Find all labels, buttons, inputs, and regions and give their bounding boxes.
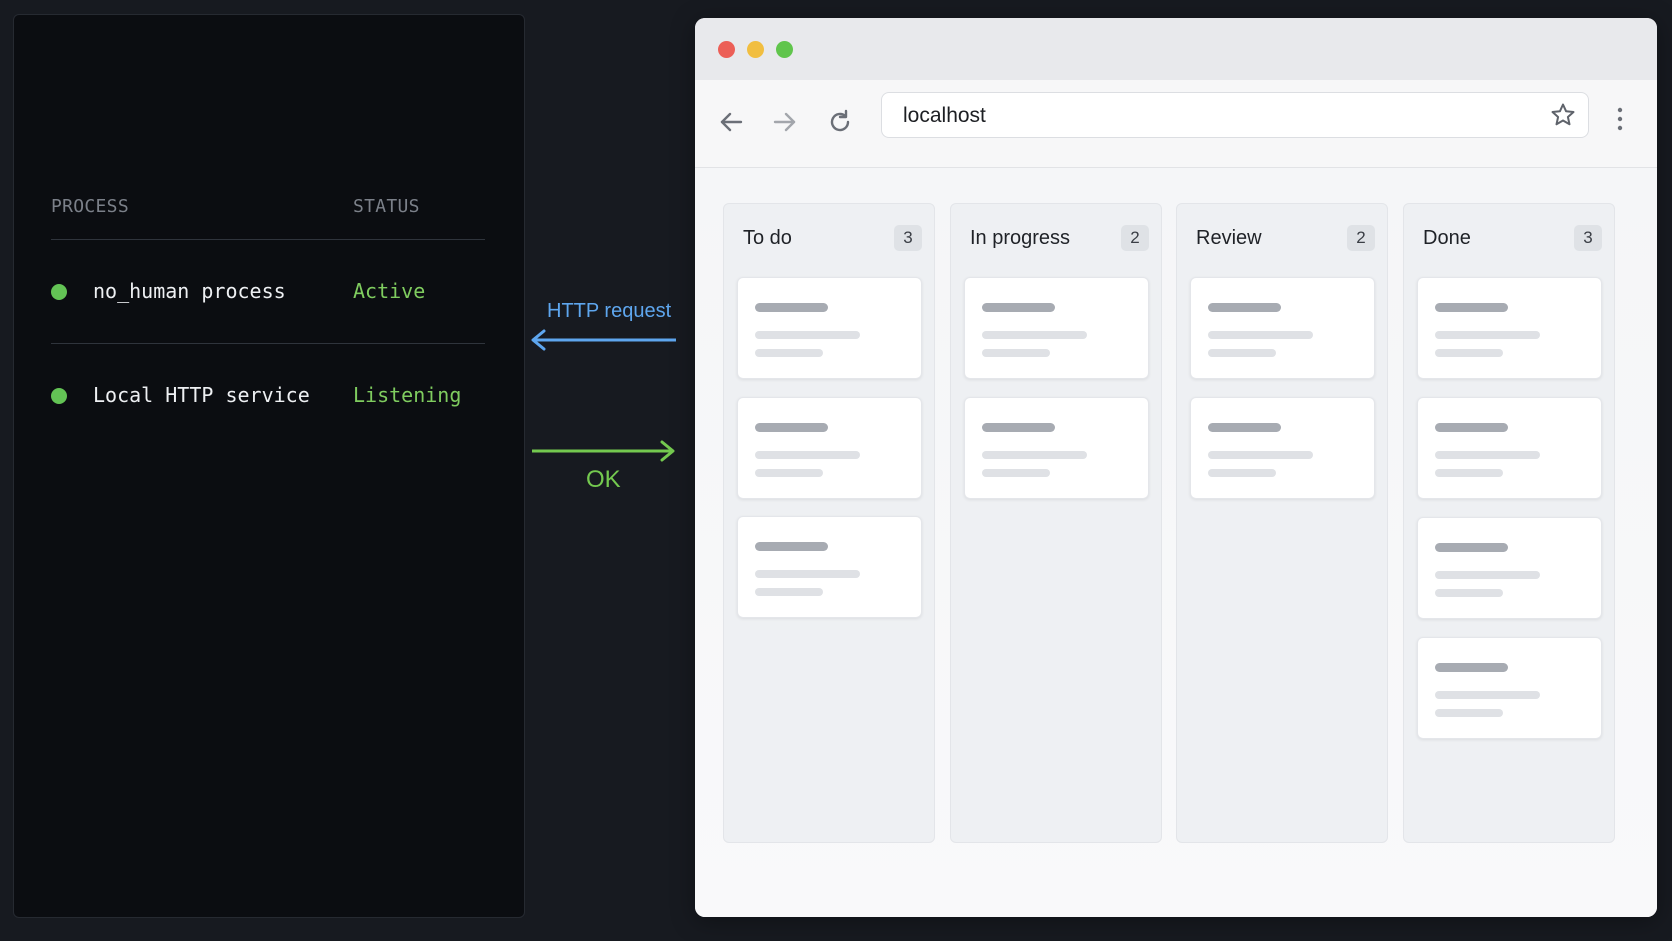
close-window-button[interactable]	[718, 41, 735, 58]
star-icon[interactable]	[1550, 102, 1576, 128]
browser-toolbar: localhost	[695, 80, 1657, 168]
column-count-badge: 2	[1347, 225, 1375, 251]
column-title: Done	[1423, 227, 1471, 249]
maximize-window-button[interactable]	[776, 41, 793, 58]
title-bar	[695, 18, 1657, 80]
process-column-header: PROCESS	[51, 196, 129, 217]
task-card[interactable]	[737, 277, 922, 379]
process-row: no_human process Active	[51, 240, 485, 344]
column-count-badge: 3	[894, 225, 922, 251]
url-text[interactable]: localhost	[903, 104, 986, 128]
process-row: Local HTTP service Listening	[51, 344, 485, 448]
back-arrow-icon[interactable]	[717, 108, 745, 136]
status-dot-icon	[51, 388, 67, 404]
task-card[interactable]	[964, 277, 1149, 379]
task-card[interactable]	[1190, 277, 1375, 379]
address-bar[interactable]: localhost	[881, 92, 1589, 138]
column-title: Review	[1196, 227, 1262, 249]
task-card[interactable]	[1417, 397, 1602, 499]
kanban-column-review: Review 2	[1176, 203, 1388, 843]
task-card[interactable]	[737, 397, 922, 499]
stage: PROCESS STATUS no_human process Active L…	[0, 0, 1672, 941]
process-name: no_human process	[93, 279, 286, 303]
kanban-board: To do 3 In progress 2 Review 2 Done 3	[695, 168, 1657, 917]
column-title: In progress	[970, 227, 1071, 249]
minimize-window-button[interactable]	[747, 41, 764, 58]
process-name: Local HTTP service	[93, 383, 310, 407]
kanban-column-in-progress: In progress 2	[950, 203, 1162, 843]
forward-arrow-icon[interactable]	[771, 108, 799, 136]
request-arrow-icon	[531, 329, 676, 351]
task-card[interactable]	[1417, 637, 1602, 739]
status-column-header: STATUS	[353, 196, 420, 217]
kanban-column-done: Done 3	[1403, 203, 1615, 843]
column-title: To do	[743, 227, 792, 249]
column-count-badge: 2	[1121, 225, 1149, 251]
process-status: Active	[353, 279, 426, 303]
browser-window: localhost To do 3 In progress 2 Review 2…	[695, 18, 1657, 917]
terminal-panel: PROCESS STATUS no_human process Active L…	[13, 14, 525, 918]
response-arrow-icon	[532, 440, 675, 462]
kanban-column-to-do: To do 3	[723, 203, 935, 843]
more-vert-icon[interactable]	[1615, 106, 1625, 132]
task-card[interactable]	[964, 397, 1149, 499]
process-status: Listening	[353, 383, 462, 407]
process-table-header: PROCESS STATUS	[51, 182, 485, 240]
ok-response-label: OK	[586, 466, 621, 493]
flow-arrows	[531, 329, 676, 462]
task-card[interactable]	[1417, 517, 1602, 619]
task-card[interactable]	[737, 516, 922, 618]
column-count-badge: 3	[1574, 225, 1602, 251]
task-card[interactable]	[1190, 397, 1375, 499]
status-dot-icon	[51, 284, 67, 300]
task-card[interactable]	[1417, 277, 1602, 379]
reload-icon[interactable]	[826, 108, 854, 136]
